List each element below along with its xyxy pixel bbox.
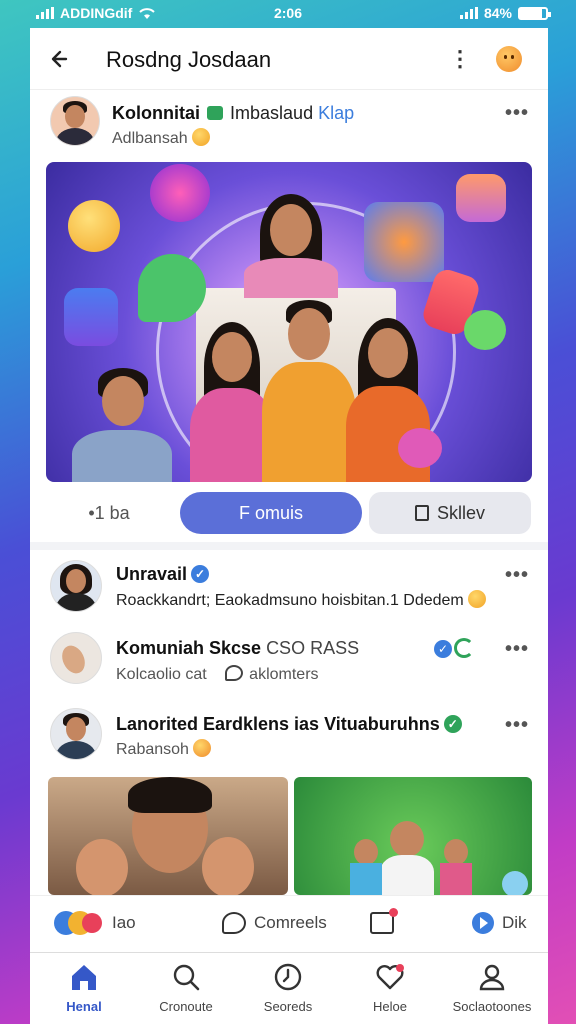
reactions-label: Iao [112,913,136,932]
feed-item-1-name[interactable]: Unravail [116,564,187,584]
verified-badge-icon: ✓ [191,565,210,583]
signal-strength-icon [459,7,478,19]
feed-item-2-name-line: Komuniah Skcse CSO RASS [116,638,359,659]
post-subtitle: Adlbansah [112,130,188,147]
feed-item-1-name-line: Unravail ✓ [116,564,210,585]
feed-item-3-text: Rabansoh [116,741,189,758]
reactions-button[interactable]: Iao [54,908,136,938]
search-icon [173,964,200,991]
share-button[interactable]: Skllev [369,492,531,534]
divider [30,542,548,550]
music-app-icon [150,164,210,222]
group-name[interactable]: Imbaslaud [230,103,313,123]
feed-item-1-text: Roackkandrt; Eaokadmsuno hoisbitan.1 Dde… [116,592,464,609]
green-chat-icon [464,310,506,350]
post-author[interactable]: Kolonnitai [112,103,200,123]
heart-eyes-emoji-icon [192,739,211,757]
app-bar: Rosdng Josdaan ⋮ [30,28,548,90]
notification-button[interactable] [370,908,398,938]
avatar[interactable] [50,560,102,612]
nav-home[interactable]: Henal [34,961,134,1014]
photo-app-icon [456,174,506,222]
group-tag[interactable]: Klap [318,103,354,123]
forums-button[interactable]: F omuis [180,492,362,534]
nav-search[interactable]: Cronoute [136,961,236,1014]
comment-bubble-icon [225,665,244,681]
emoji-reaction-button[interactable] [496,46,522,72]
post-actions: •1 ba F omuis Skllev [46,490,532,538]
feed-item-3-more-icon[interactable]: ••• [504,715,530,735]
feed-image-music-kids[interactable] [294,777,532,895]
app-screen: Rosdng Josdaan ⋮ Kolonnitai Imbaslaud Kl… [30,28,548,1024]
bottom-nav: Henal Cronoute Seoreds Heloe Soclaotoone… [30,952,548,1024]
smiley-emoji-icon [68,200,120,252]
smile-emoji-icon [191,128,210,146]
more-vertical-icon[interactable]: ⋮ [448,44,472,74]
feed-item-2-text: Kolcaolio cat [116,666,207,683]
nav-home-label: Henal [66,999,102,1014]
play-icon [398,428,442,468]
verified-badge-icon: ✓ [434,640,452,658]
nav-favorites-label: Heloe [373,999,407,1014]
feed-item-2-text-line: Kolcaolio cat aklomters [116,665,319,684]
nav-profile[interactable]: Soclaotoones [442,961,542,1014]
post-author-line: Kolonnitai Imbaslaud Klap [112,103,354,124]
comments-button[interactable]: Comreels [222,908,327,938]
feed-item-2-name[interactable]: Komuniah Skcse [116,638,261,658]
avatar[interactable] [50,708,102,760]
feed-item-2-comment[interactable]: aklomters [249,666,318,683]
comment-icon [222,912,246,934]
reactions-icon [54,911,104,935]
feed-item-3-name-line: Lanorited Eardklens ias Vituaburuhns ✓ [116,714,462,735]
emoji-icon [467,590,486,608]
share-link-button[interactable]: Dik [472,908,527,938]
notification-icon [370,908,398,934]
nav-favorites[interactable]: Heloe [340,961,440,1014]
refresh-icon[interactable] [454,638,474,658]
group-icon [207,106,224,120]
verified-badge-icon: ✓ [443,715,462,733]
page-title: Rosdng Josdaan [106,47,272,72]
edit-icon [414,505,429,521]
nav-history[interactable]: Seoreds [238,961,338,1014]
post-subtitle-line: Adlbansah [112,128,210,148]
clock-icon [274,963,302,991]
home-icon [72,965,96,990]
battery-icon [518,6,551,20]
feed-item-1-text-line: Roackkandrt; Eaokadmsuno hoisbitan.1 Dde… [116,590,486,610]
avatar[interactable] [50,632,102,684]
feed-item-2-more-icon[interactable]: ••• [504,639,530,659]
robot-character-icon [364,202,444,282]
feed-item-2-extra: CSO RASS [266,638,360,658]
battery-percent: 84% [483,5,512,21]
chat-bubble-icon [138,254,206,322]
share-icon [472,912,494,934]
nav-history-label: Seoreds [263,999,313,1014]
feed-item-3-name[interactable]: Lanorited Eardklens ias Vituaburuhns [116,714,440,734]
post-more-icon[interactable]: ••• [504,103,530,123]
nav-search-label: Cronoute [159,999,213,1014]
reaction-bar: Iao Comreels Dik [30,895,548,949]
nav-profile-label: Soclaotoones [452,999,532,1014]
feed-item-3-text-line: Rabansoh [116,739,211,759]
share-button-label: Skllev [436,503,485,523]
back-arrow-icon[interactable] [44,42,78,76]
profile-icon [479,964,505,991]
share-label: Dik [502,913,527,932]
heart-icon [376,964,404,990]
post-image[interactable] [46,162,532,482]
game-icon [64,288,118,346]
status-bar: ADDINGdif 2:06 84% [0,0,576,28]
feed-item-1-more-icon[interactable]: ••• [504,565,530,585]
comments-label: Comreels [254,913,327,932]
avatar[interactable] [50,96,100,146]
feed-image-family[interactable] [48,777,288,895]
like-count-button[interactable]: •1 ba [46,492,172,534]
